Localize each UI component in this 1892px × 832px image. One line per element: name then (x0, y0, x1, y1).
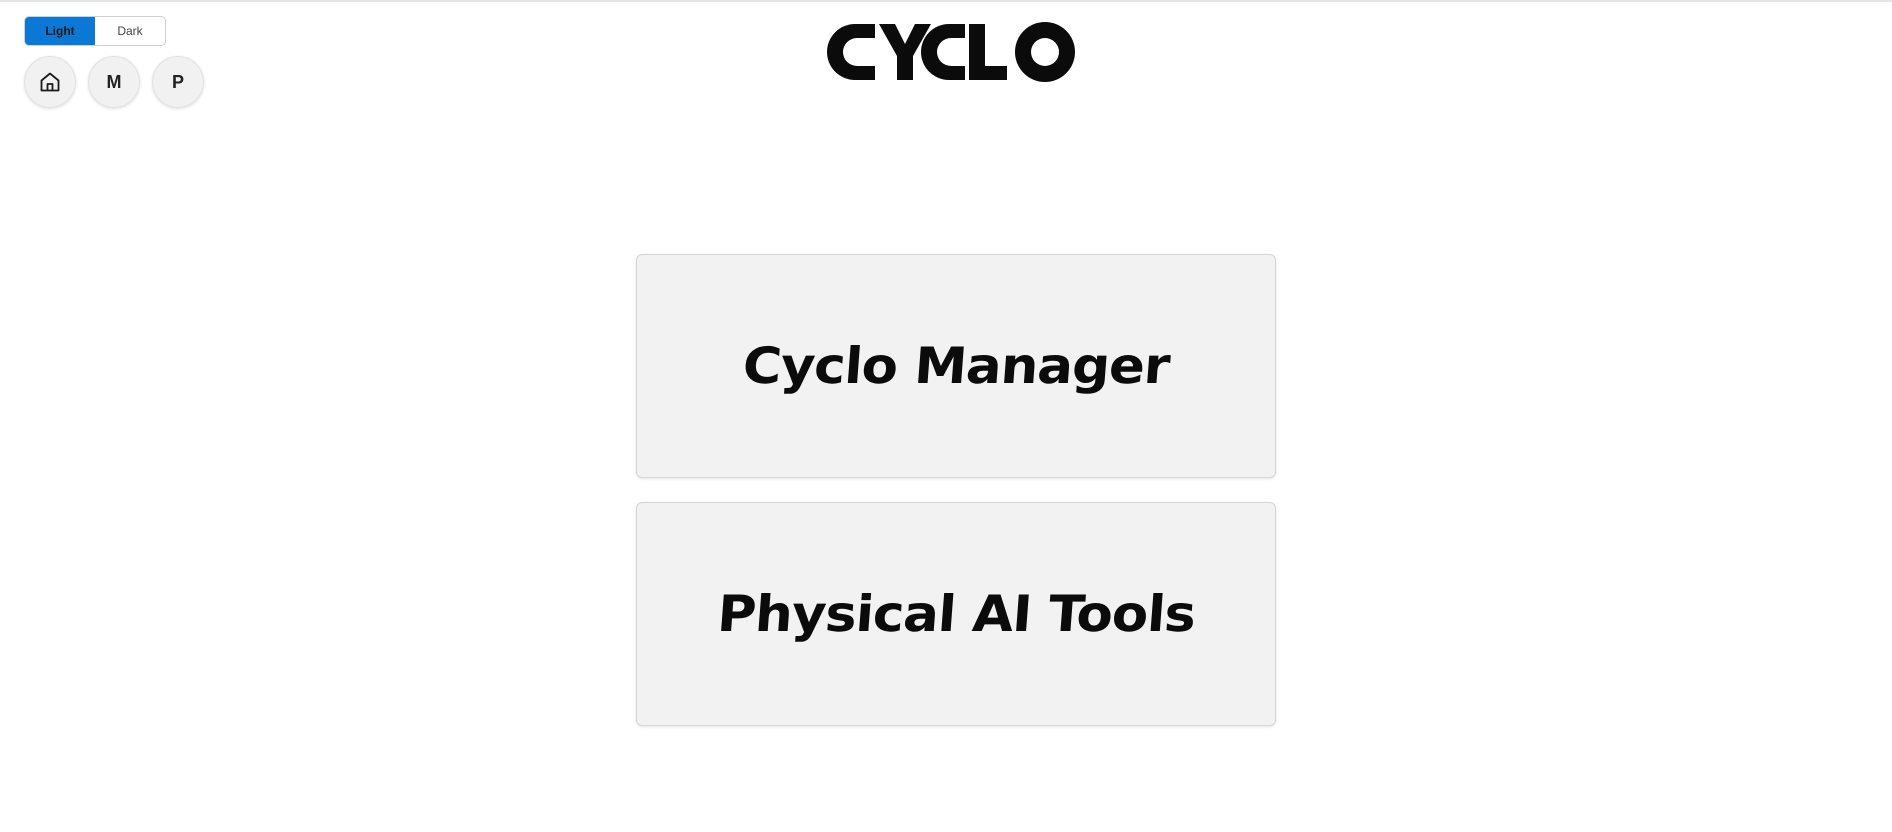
physical-ai-nav-button[interactable]: P (152, 56, 204, 108)
home-button[interactable] (24, 56, 76, 108)
manager-nav-button[interactable]: M (88, 56, 140, 108)
physical-ai-tools-card[interactable]: Physical AI Tools (636, 502, 1276, 726)
theme-toggle: Light Dark (24, 16, 166, 46)
card-title: Cyclo Manager (740, 337, 1172, 395)
card-title: Physical AI Tools (715, 585, 1197, 643)
home-icon (40, 72, 60, 92)
top-border (0, 0, 1892, 2)
theme-dark-button[interactable]: Dark (95, 17, 165, 45)
cyclo-manager-card[interactable]: Cyclo Manager (636, 254, 1276, 478)
cyclo-logo (827, 22, 1075, 82)
theme-light-button[interactable]: Light (25, 17, 95, 45)
